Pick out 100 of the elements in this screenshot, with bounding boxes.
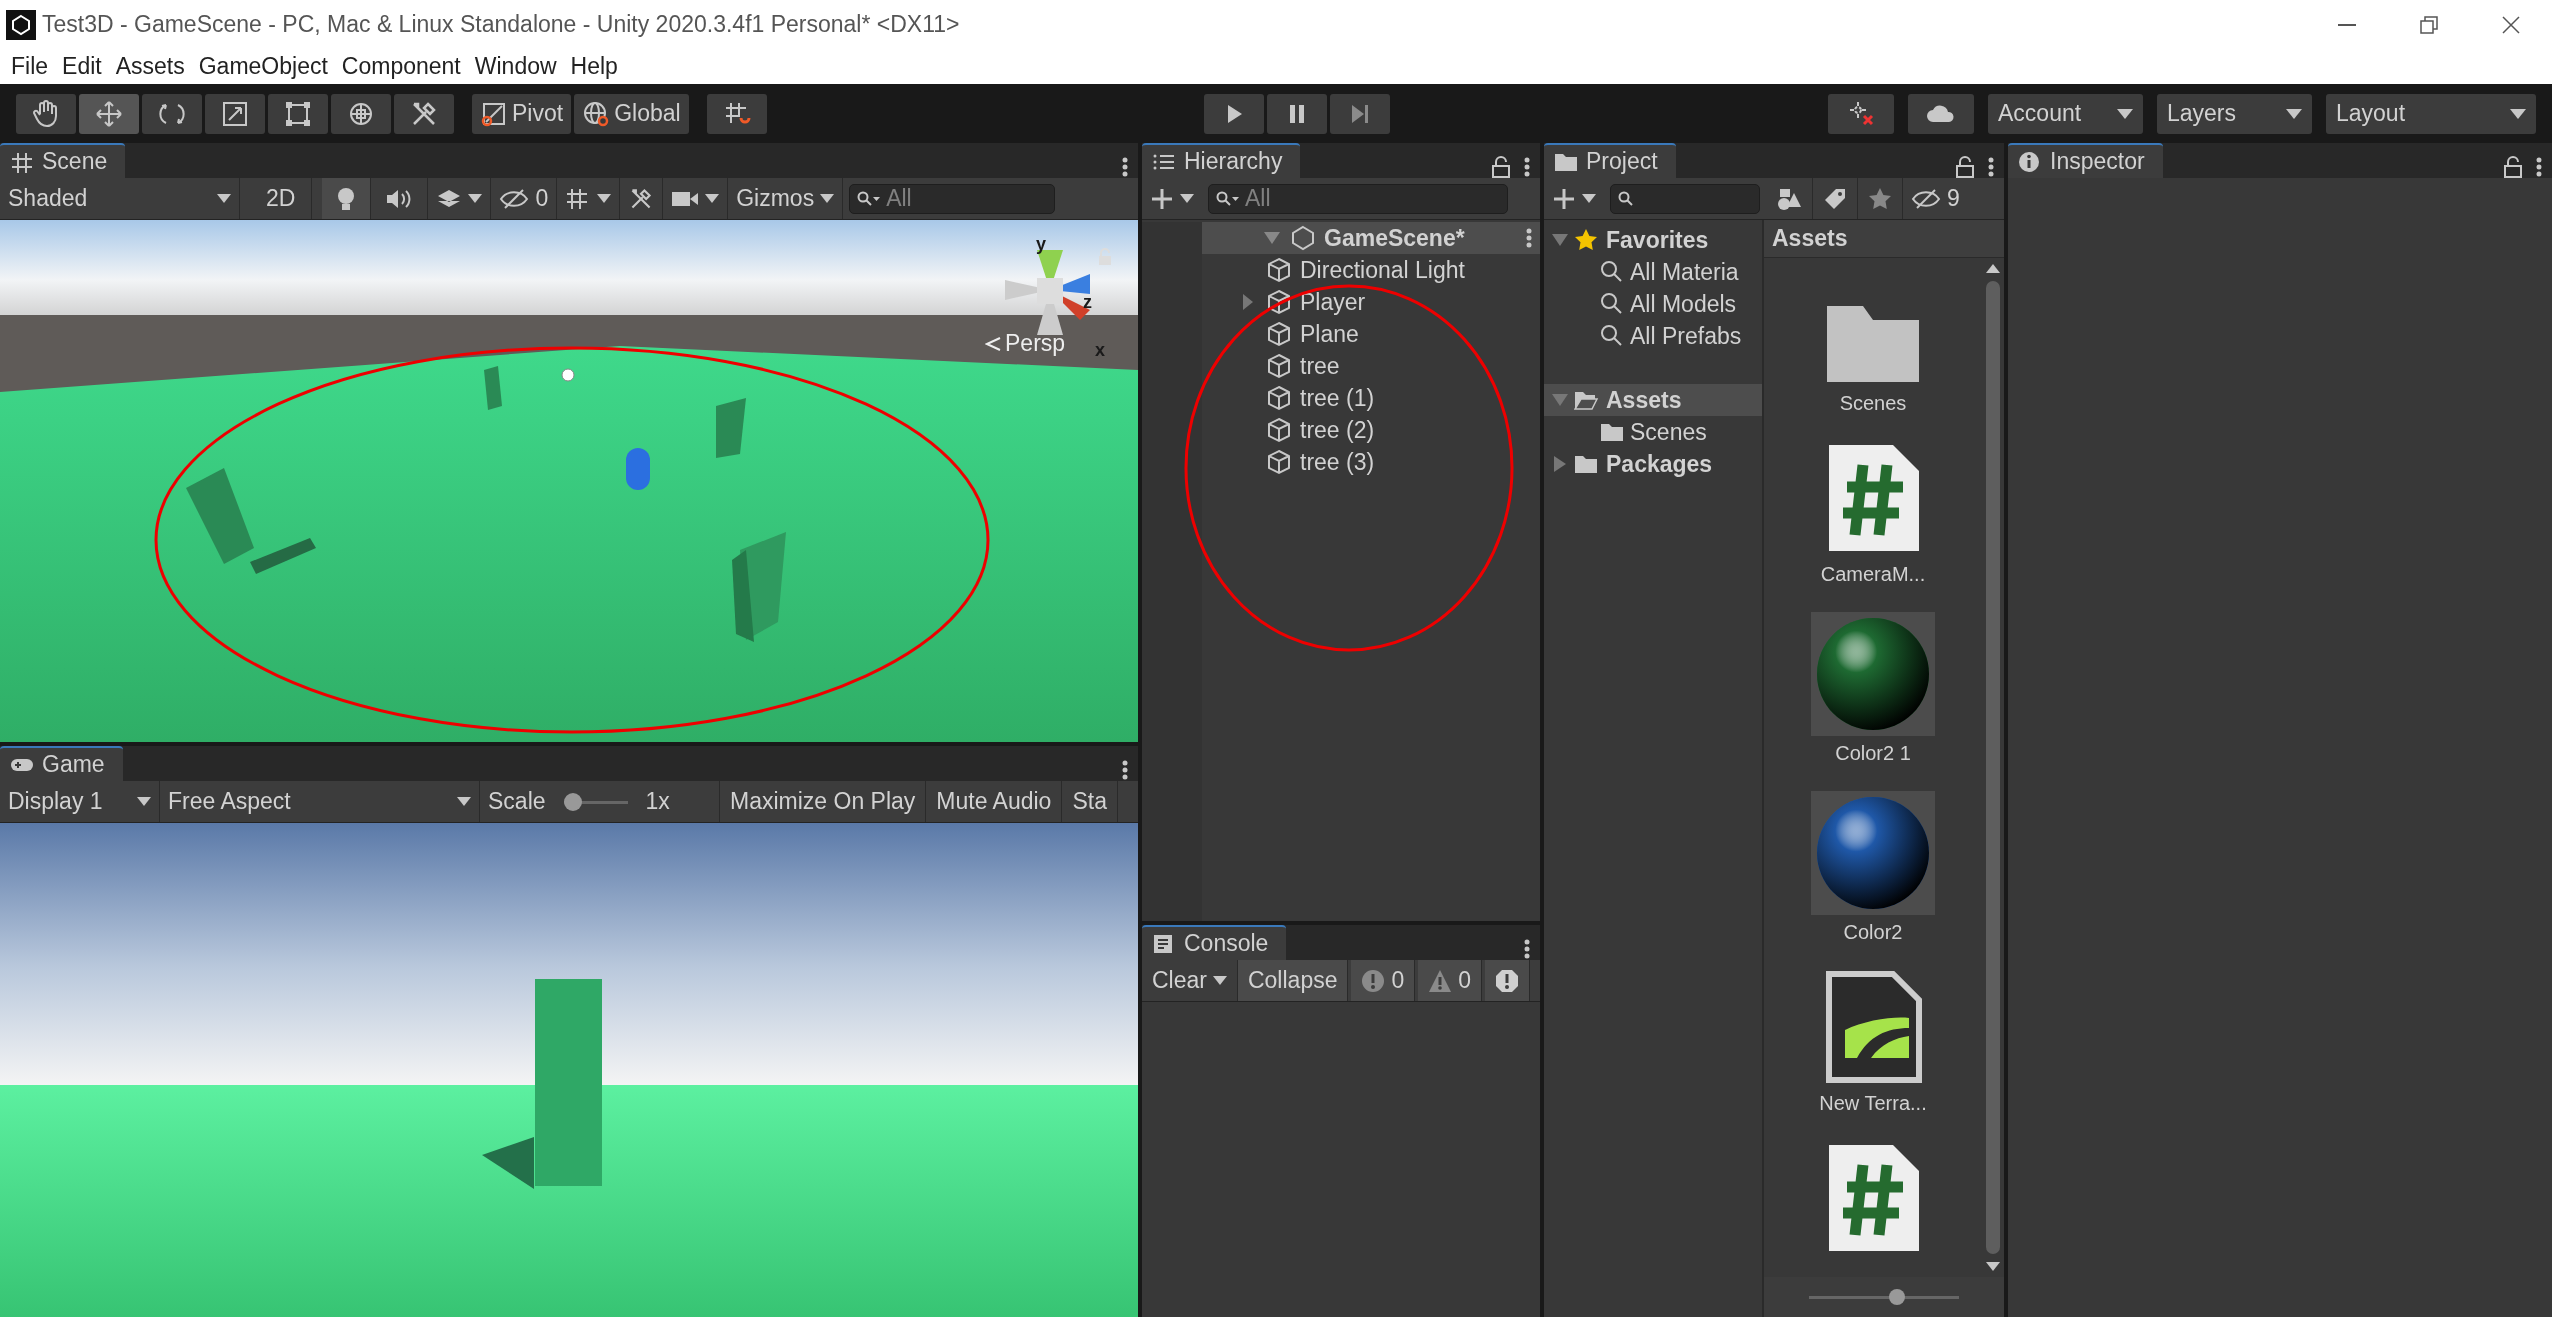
- more-options-icon: [1524, 938, 1530, 960]
- error-icon: [1495, 968, 1520, 993]
- panel-tab[interactable]: Game: [0, 746, 123, 781]
- scale-icon: [221, 99, 249, 128]
- hierarchy-item[interactable]: Plane: [1202, 318, 1540, 350]
- panel-tab[interactable]: Inspector: [2008, 143, 2163, 178]
- cube-icon: [1266, 449, 1292, 475]
- dropdown-caret-icon: [457, 797, 471, 806]
- grid-title: Assets: [1764, 220, 2004, 258]
- asset-label[interactable]: Color2 1: [1835, 742, 1911, 765]
- panel-tab[interactable]: Scene: [0, 143, 126, 178]
- projection-label[interactable]: Persp: [1005, 330, 1066, 357]
- menu-item[interactable]: Component: [334, 53, 468, 80]
- pause-button[interactable]: [1267, 93, 1328, 134]
- project-tree-item[interactable]: Scenes: [1544, 416, 1762, 448]
- dropdown-caret-icon: [2510, 108, 2526, 119]
- tree-label: All Materia: [1630, 258, 1739, 286]
- asset-label[interactable]: Scenes: [1839, 392, 1907, 415]
- panel-tab[interactable]: Project: [1544, 143, 1676, 178]
- info-icon: [1361, 968, 1386, 993]
- account-dropdown[interactable]: Account: [1988, 93, 2143, 134]
- tree-label: Scenes: [1630, 418, 1707, 446]
- scale-slider[interactable]: [563, 791, 628, 812]
- tree-label: Favorites: [1606, 226, 1709, 254]
- icon-size-slider[interactable]: [1809, 1287, 1959, 1307]
- collapse-toggle[interactable]: Collapse: [1237, 960, 1349, 1001]
- log-filter-toggle[interactable]: 0: [1351, 960, 1416, 1001]
- search-field[interactable]: [1610, 183, 1760, 214]
- panel-tab[interactable]: Hierarchy: [1142, 143, 1301, 178]
- search-icon: [1600, 324, 1624, 348]
- cloud-button[interactable]: [1908, 93, 1974, 134]
- dropdown-caret-icon: [468, 194, 483, 203]
- project-tree-item[interactable]: All Prefabs: [1544, 320, 1762, 352]
- move-arrows-icon: [95, 99, 123, 128]
- left-angle-icon: [985, 335, 1001, 352]
- menu-item[interactable]: File: [4, 53, 56, 80]
- project-tree-item[interactable]: All Materia: [1544, 256, 1762, 288]
- tool-button[interactable]: [331, 93, 391, 134]
- asset-label[interactable]: Color2: [1843, 921, 1903, 944]
- tool-button[interactable]: [268, 93, 328, 134]
- project-tree-item[interactable]: All Models: [1544, 288, 1762, 320]
- play-button[interactable]: [1204, 93, 1265, 134]
- menu-item[interactable]: Edit: [55, 53, 109, 80]
- hierarchy-item[interactable]: Player: [1202, 286, 1540, 318]
- panel-tab[interactable]: Console: [1142, 925, 1287, 960]
- grid-snap-button[interactable]: [706, 93, 767, 134]
- search-icon: [857, 190, 882, 207]
- menu-item[interactable]: Help: [563, 53, 625, 80]
- tool-button[interactable]: [205, 93, 265, 134]
- rect-tool-icon: [284, 99, 312, 128]
- tree-label: Packages: [1606, 450, 1713, 478]
- cube-icon: [1266, 353, 1292, 379]
- hand-icon: [32, 99, 60, 128]
- plus-icon: [1150, 186, 1174, 211]
- hierarchy-item[interactable]: tree (2): [1202, 414, 1540, 446]
- object-name: tree (1): [1300, 384, 1375, 412]
- project-tree-item[interactable]: Favorites: [1544, 224, 1762, 256]
- tool-button[interactable]: [79, 93, 139, 134]
- object-name: Player: [1300, 288, 1366, 316]
- object-name: tree (2): [1300, 416, 1375, 444]
- lighting-toggle[interactable]: [322, 178, 372, 219]
- menu-item[interactable]: Window: [467, 53, 564, 80]
- hierarchy-item[interactable]: tree (3): [1202, 446, 1540, 478]
- pivot-button[interactable]: Pivot: [472, 93, 572, 134]
- search-field[interactable]: All: [849, 183, 1056, 214]
- collab-button[interactable]: [1828, 93, 1894, 134]
- eye-hidden-icon: [499, 187, 530, 210]
- dropdown-caret-icon: [597, 194, 612, 203]
- layout-dropdown[interactable]: Layout: [2326, 93, 2536, 134]
- dropdown-caret-icon: [1582, 194, 1596, 203]
- tool-button[interactable]: [142, 93, 202, 134]
- cube-icon: [1266, 321, 1292, 347]
- dropdown-caret-icon: [705, 194, 720, 203]
- more-options-icon: [1526, 227, 1532, 249]
- step-button[interactable]: [1330, 93, 1391, 134]
- project-tree-item[interactable]: Assets: [1544, 384, 1762, 416]
- project-tree-item[interactable]: Packages: [1544, 448, 1762, 480]
- axis-label: y: [1036, 234, 1046, 255]
- log-filter-toggle[interactable]: [1485, 960, 1531, 1001]
- search-field[interactable]: All: [1208, 183, 1508, 214]
- more-options-icon: [1988, 156, 1994, 178]
- info-icon: [2018, 150, 2042, 173]
- cube-icon: [1266, 385, 1292, 411]
- log-filter-toggle[interactable]: 0: [1418, 960, 1483, 1001]
- scene-row[interactable]: GameScene*: [1202, 222, 1540, 254]
- hierarchy-item[interactable]: Directional Light: [1202, 254, 1540, 286]
- global-button[interactable]: Global: [574, 93, 689, 134]
- tool-button[interactable]: [394, 93, 454, 134]
- hierarchy-item[interactable]: tree: [1202, 350, 1540, 382]
- layers-dropdown[interactable]: Layers: [2157, 93, 2312, 134]
- asset-label[interactable]: New Terra...: [1819, 1092, 1927, 1115]
- menu-item[interactable]: Assets: [108, 53, 192, 80]
- asset-label[interactable]: CameraM...: [1820, 563, 1926, 586]
- restore-icon: [2419, 14, 2439, 35]
- hierarchy-item[interactable]: tree (1): [1202, 382, 1540, 414]
- scroll-down-icon: [1986, 1262, 2000, 1271]
- dropdown-caret-icon: [2286, 108, 2302, 119]
- menu-item[interactable]: GameObject: [191, 53, 335, 80]
- scrollbar-thumb[interactable]: [1986, 281, 2000, 1254]
- tool-button[interactable]: [16, 93, 76, 134]
